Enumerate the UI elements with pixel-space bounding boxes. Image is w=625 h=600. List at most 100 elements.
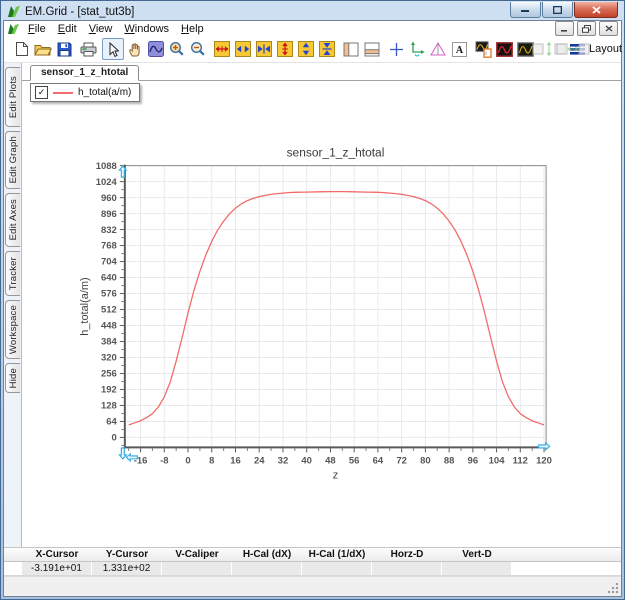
open-file-button[interactable] xyxy=(33,39,53,59)
sidebar-tab-label: Edit Axes xyxy=(8,199,19,240)
y-tick-label: 64 xyxy=(106,417,117,428)
readout-value xyxy=(372,562,441,575)
readout-header: V-Caliper xyxy=(162,548,232,561)
zoom-in-button[interactable] xyxy=(167,39,187,59)
menu-windows[interactable]: Windows xyxy=(118,23,175,35)
scale-x-out-icon xyxy=(235,41,251,57)
x-tick-label: 32 xyxy=(278,455,289,466)
client-area: FileEditViewWindowsHelp A Layout Edit Plo… xyxy=(3,20,622,597)
zoom-region-button[interactable] xyxy=(146,39,166,59)
menu-edit[interactable]: Edit xyxy=(52,23,83,35)
y-tick-label: 384 xyxy=(101,337,118,348)
y-tick-label: 1088 xyxy=(96,161,117,172)
x-tick-label: 64 xyxy=(373,455,384,466)
x-tick-label: 24 xyxy=(254,455,265,466)
tab-strip: sensor_1_z_htotal xyxy=(22,63,621,81)
scale-x-in-icon xyxy=(256,41,272,57)
readout-header: X-Cursor xyxy=(22,548,92,561)
sidebar-tab-workspace[interactable]: Workspace xyxy=(5,300,20,359)
readout-header: Horz-D xyxy=(372,548,442,561)
minimize-button[interactable] xyxy=(510,2,541,18)
axes-icon xyxy=(409,41,425,57)
layout-menu-button[interactable]: Layout xyxy=(587,39,616,59)
text-a-icon: A xyxy=(452,42,467,57)
y-axis-label: h_total(a/m) xyxy=(79,277,91,335)
readout-value xyxy=(442,562,511,575)
zoom-out-icon xyxy=(190,41,206,57)
readout-header: Vert-D xyxy=(442,548,512,561)
menu-bar: FileEditViewWindowsHelp xyxy=(4,21,621,36)
y-tick-label: 192 xyxy=(101,385,117,396)
new-file-button[interactable] xyxy=(12,39,32,59)
x-tick-label: 80 xyxy=(420,455,431,466)
y-tick-label: 256 xyxy=(101,369,117,380)
print-button[interactable] xyxy=(78,39,98,59)
mdi-minimize-button[interactable] xyxy=(555,21,574,36)
toolbar: A Layout xyxy=(4,36,621,63)
split-vertical-button[interactable] xyxy=(341,39,361,59)
print-icon xyxy=(80,42,97,57)
y-tick-label: 448 xyxy=(101,321,117,332)
mdi-restore-button[interactable] xyxy=(577,21,596,36)
x-tick-label: 96 xyxy=(468,455,479,466)
x-tick-label: 112 xyxy=(513,455,528,466)
plot-style-red-button[interactable] xyxy=(494,39,514,59)
app-logo-icon xyxy=(7,5,21,18)
readout-header: H-Cal (1/dX) xyxy=(302,548,372,561)
sidebar-tab-label: Workspace xyxy=(8,305,19,354)
y-tick-label: 832 xyxy=(101,225,117,236)
resize-grip[interactable] xyxy=(608,583,619,594)
text-annotation-button[interactable]: A xyxy=(449,39,469,59)
sidebar-tab-label: Hide xyxy=(8,368,19,388)
scale-x-out-button[interactable] xyxy=(233,39,253,59)
legend-box: ✓ h_total(a/m) xyxy=(30,83,140,102)
scale-y-out-button[interactable] xyxy=(296,39,316,59)
pan-hand-button[interactable] xyxy=(125,39,145,59)
axes-tool-button[interactable] xyxy=(407,39,427,59)
hand-icon xyxy=(128,42,143,57)
select-pointer-button[interactable] xyxy=(102,38,124,60)
readout-value: 1.331e+02 xyxy=(92,562,161,575)
save-file-icon xyxy=(57,42,72,57)
x-tick-label: 104 xyxy=(489,455,506,466)
menu-file[interactable]: File xyxy=(22,23,52,35)
readout-value: -3.191e+01 xyxy=(22,562,91,575)
save-file-button[interactable] xyxy=(54,39,74,59)
expand-x-button[interactable] xyxy=(212,39,232,59)
y-tick-label: 512 xyxy=(101,305,117,316)
chart-title: sensor_1_z_htotal xyxy=(287,146,385,160)
mdi-close-button[interactable] xyxy=(599,21,618,36)
x-tick-label: -8 xyxy=(160,455,168,466)
caliper-triangle-button[interactable] xyxy=(428,39,448,59)
copy-graph-button[interactable] xyxy=(473,39,493,59)
sidebar-tab-edit-plots[interactable]: Edit Plots xyxy=(5,67,20,127)
expand-y-button[interactable] xyxy=(275,39,295,59)
readout-header: H-Cal (dX) xyxy=(232,548,302,561)
tab-sensor-1-z-htotal[interactable]: sensor_1_z_htotal xyxy=(30,65,139,81)
plus-icon xyxy=(389,42,404,57)
legend-label: h_total(a/m) xyxy=(78,87,131,98)
maximize-button[interactable] xyxy=(542,2,573,18)
add-cursor-button[interactable] xyxy=(386,39,406,59)
plot-red-icon xyxy=(496,42,513,57)
sidebar-tab-edit-axes[interactable]: Edit Axes xyxy=(5,193,20,247)
plot-panel: ✓ h_total(a/m) -16-808162432404856647280… xyxy=(22,81,621,547)
zoom-out-button[interactable] xyxy=(188,39,208,59)
menu-help[interactable]: Help xyxy=(175,23,210,35)
scale-x-in-button[interactable] xyxy=(254,39,274,59)
legend-checkbox[interactable]: ✓ xyxy=(35,86,48,99)
split-horizontal-button[interactable] xyxy=(362,39,382,59)
close-button[interactable] xyxy=(574,2,618,18)
sidebar-tab-edit-graph[interactable]: Edit Graph xyxy=(5,131,20,189)
sidebar-tab-hide[interactable]: Hide xyxy=(5,363,20,393)
axis-handle-bottom-left-down[interactable] xyxy=(119,448,126,459)
split-h-icon xyxy=(364,42,380,57)
x-tick-label: 16 xyxy=(230,455,241,466)
plot-canvas[interactable]: -16-808162432404856647280889610411212006… xyxy=(22,81,621,547)
sidebar-tab-tracker[interactable]: Tracker xyxy=(5,251,20,296)
scale-y-in-button[interactable] xyxy=(317,39,337,59)
menu-view[interactable]: View xyxy=(83,23,119,35)
scale-y-out-icon xyxy=(298,41,314,57)
x-tick-label: 48 xyxy=(325,455,336,466)
x-tick-label: 120 xyxy=(536,455,552,466)
